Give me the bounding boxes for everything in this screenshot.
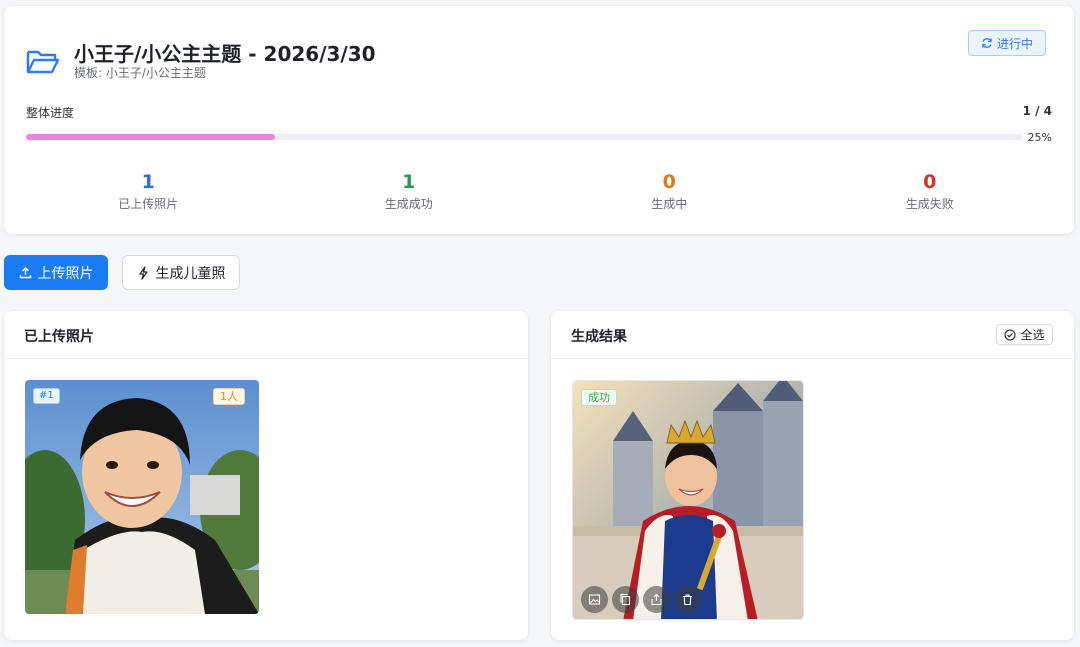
preview-button[interactable] — [581, 586, 608, 613]
share-icon — [651, 593, 662, 606]
result-photo[interactable]: 成功 — [572, 380, 804, 620]
upload-button-label: 上传照片 — [37, 265, 94, 282]
stat-value: 0 — [662, 171, 676, 193]
stat-failed: 0 生成失败 — [800, 170, 1061, 218]
delete-button[interactable] — [674, 586, 701, 613]
stat-uploaded: 1 已上传照片 — [18, 170, 279, 218]
stat-success: 1 生成成功 — [279, 170, 540, 218]
panel-title: 生成结果 — [571, 329, 627, 345]
progress-fill — [26, 134, 275, 140]
success-status-tag: 成功 — [581, 389, 617, 406]
lightning-icon — [138, 265, 148, 280]
generate-button-label: 生成儿童照 — [155, 265, 226, 282]
people-count-tag: 1人 — [213, 388, 245, 405]
stat-value: 1 — [141, 171, 155, 193]
progress-bar — [26, 134, 1022, 140]
stat-label: 已上传照片 — [118, 197, 179, 211]
stat-label: 生成失败 — [905, 197, 954, 211]
stats-row: 1 已上传照片 1 生成成功 0 生成中 0 生成失败 — [18, 170, 1060, 218]
uploaded-photos-panel: 已上传照片 #1 1人 — [4, 311, 528, 640]
stat-value: 1 — [402, 171, 416, 193]
page-title: 小王子/小公主主题 - 2026/3/30 — [74, 42, 376, 66]
task-summary-card: 小王子/小公主主题 - 2026/3/30 模板: 小王子/小公主主题 进行中 … — [4, 6, 1074, 234]
generated-prince-photo — [573, 381, 803, 619]
copy-icon — [620, 593, 631, 606]
check-circle-icon — [1004, 328, 1017, 341]
stat-value: 0 — [923, 171, 937, 193]
result-actions — [581, 586, 701, 613]
select-all-button[interactable]: 全选 — [996, 324, 1053, 345]
status-badge: 进行中 — [968, 30, 1046, 56]
upload-photo-button[interactable]: 上传照片 — [4, 255, 108, 290]
panel-header: 已上传照片 — [4, 311, 528, 359]
stat-label: 生成中 — [651, 197, 688, 211]
generation-results-panel: 生成结果 全选 成功 — [551, 311, 1074, 640]
stat-generating: 0 生成中 — [539, 170, 800, 218]
folder-open-icon — [26, 50, 60, 74]
image-icon — [588, 594, 601, 605]
copy-button[interactable] — [612, 586, 639, 613]
child-photo — [25, 380, 259, 614]
progress-label: 整体进度 — [26, 106, 75, 120]
photo-index-tag: #1 — [33, 388, 60, 404]
uploaded-photo[interactable]: #1 1人 — [25, 380, 259, 614]
template-label: 模板: 小王子/小公主主题 — [74, 66, 206, 80]
share-button[interactable] — [643, 586, 670, 613]
status-text: 进行中 — [996, 36, 1033, 51]
panel-header: 生成结果 全选 — [551, 311, 1074, 359]
sync-icon — [982, 38, 992, 48]
stat-label: 生成成功 — [384, 197, 433, 211]
select-all-label: 全选 — [1020, 328, 1045, 342]
generate-photo-button[interactable]: 生成儿童照 — [122, 255, 240, 290]
panel-title: 已上传照片 — [24, 329, 94, 345]
upload-icon — [19, 267, 31, 279]
progress-count: 1 / 4 — [1022, 104, 1052, 118]
delete-icon — [683, 594, 692, 606]
progress-percent: 25% — [1027, 131, 1052, 144]
